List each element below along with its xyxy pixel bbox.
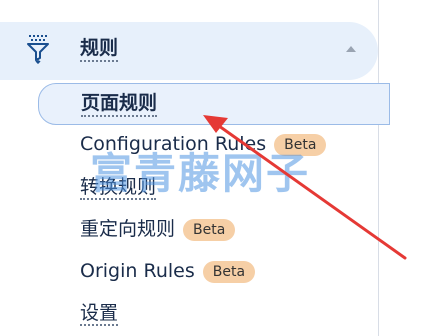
annotation-arrow <box>203 115 407 260</box>
